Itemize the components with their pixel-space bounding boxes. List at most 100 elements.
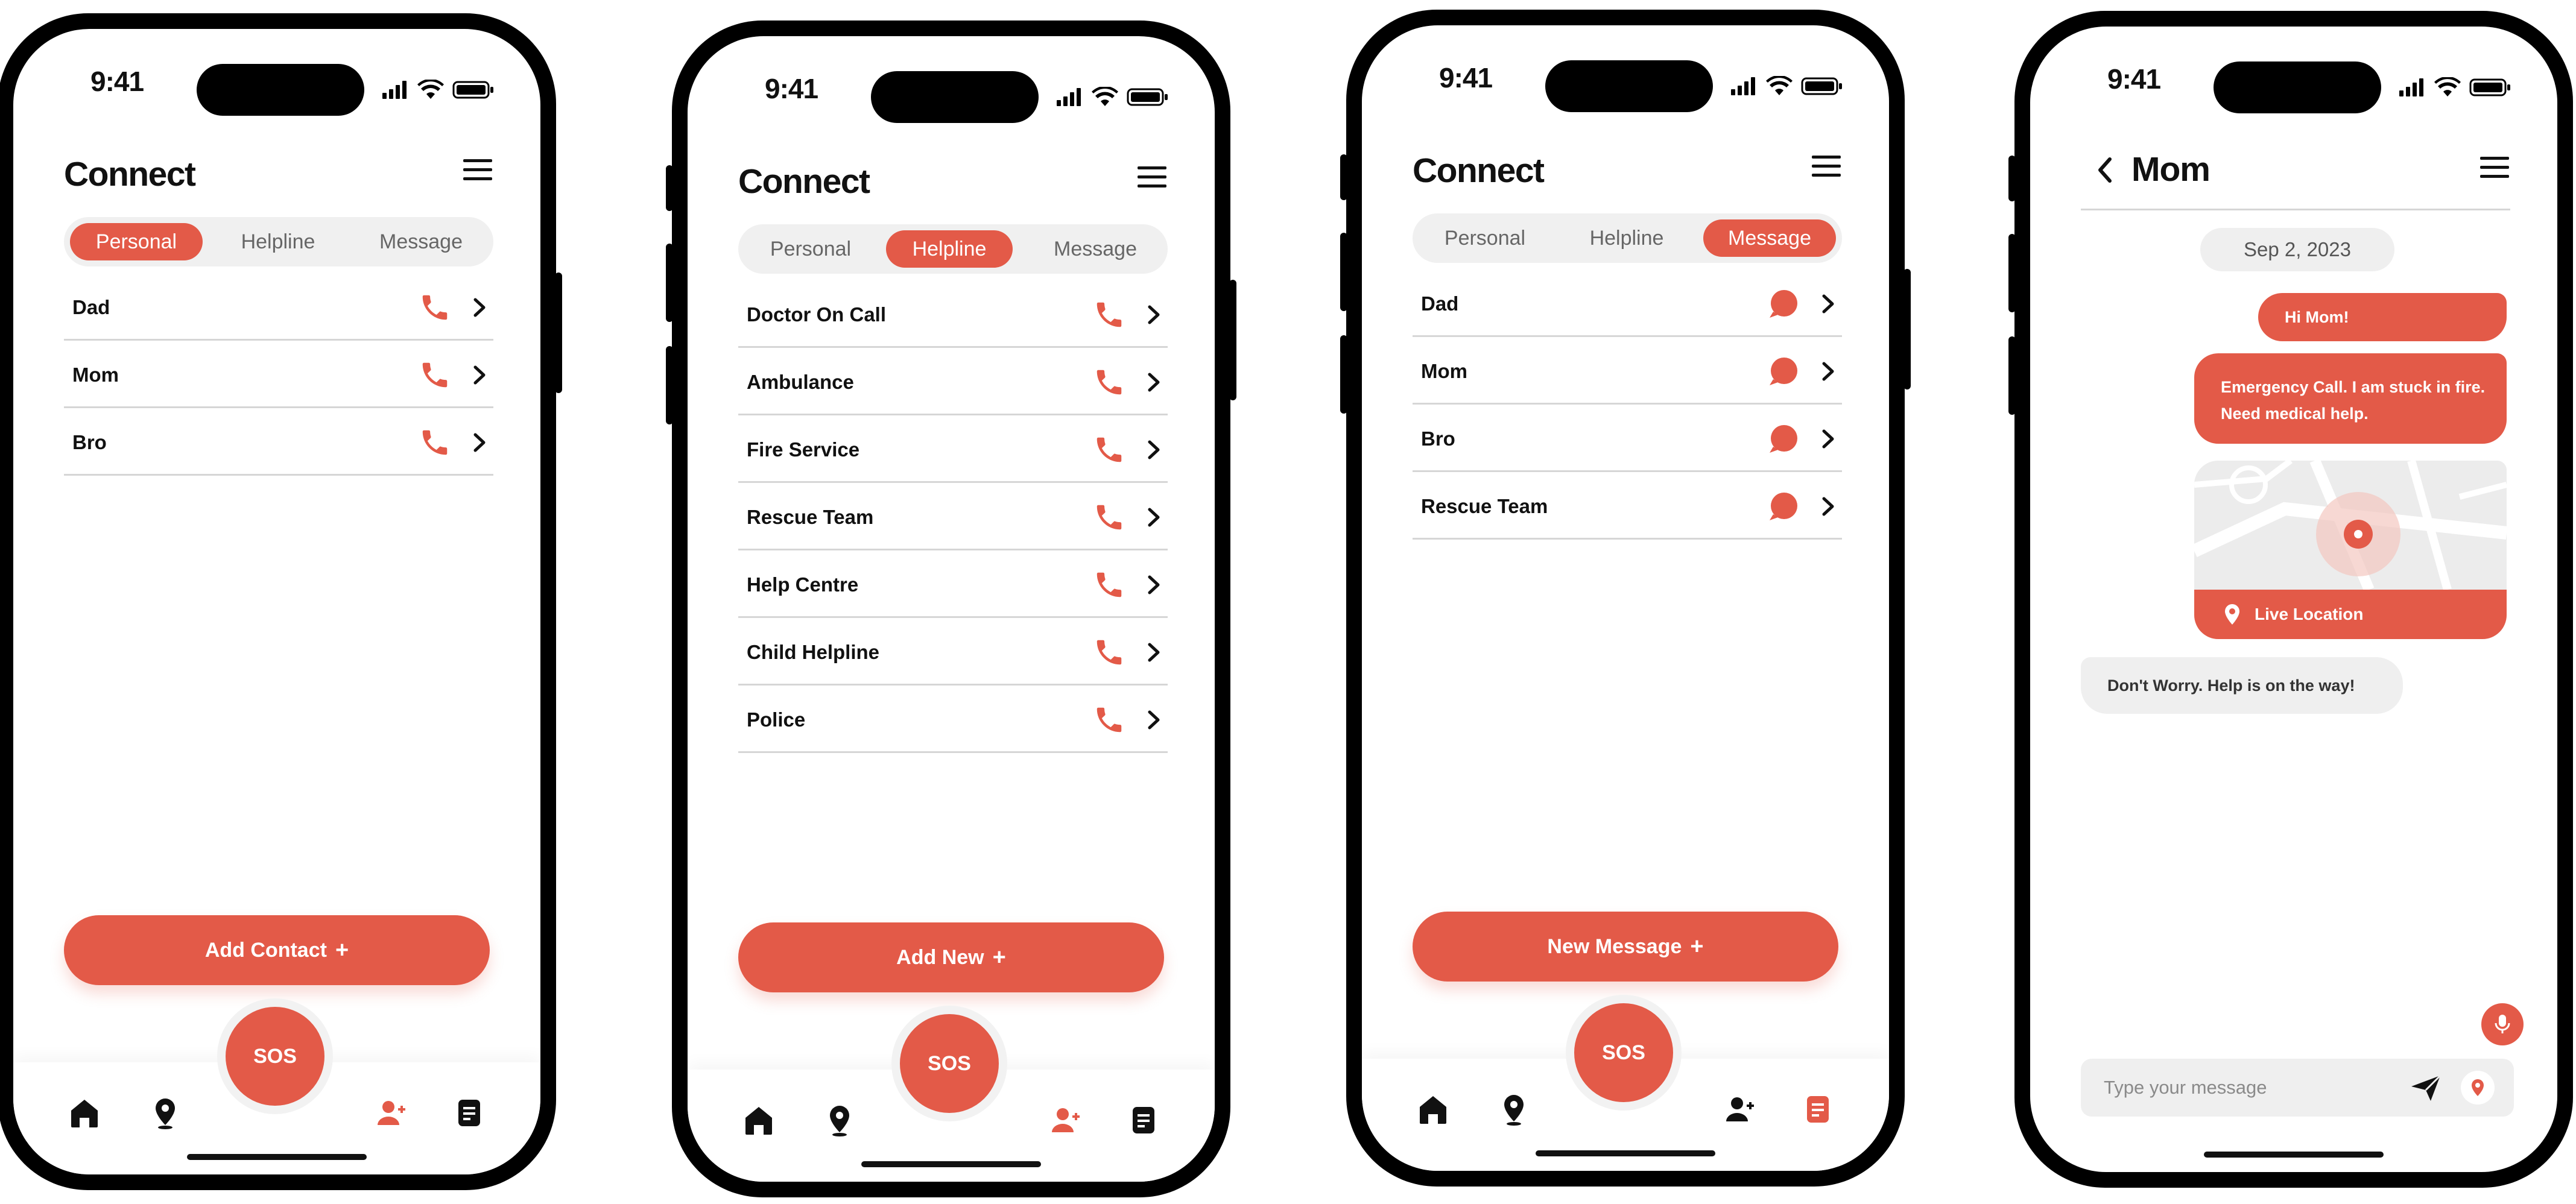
chevron-right-icon[interactable]: [472, 297, 487, 318]
chevron-right-icon[interactable]: [1146, 507, 1162, 528]
sos-button[interactable]: SOS: [217, 998, 333, 1114]
add-contact-button[interactable]: Add Contact +: [64, 915, 490, 985]
side-button: [2008, 156, 2016, 201]
list-item[interactable]: Bro: [64, 408, 493, 476]
side-button: [1340, 335, 1347, 414]
send-icon[interactable]: [2409, 1073, 2443, 1103]
chevron-right-icon[interactable]: [472, 365, 487, 385]
tab-message[interactable]: Message: [355, 223, 487, 260]
phone-icon[interactable]: [1093, 704, 1125, 736]
add-new-button[interactable]: Add New +: [738, 922, 1164, 992]
chevron-right-icon[interactable]: [1820, 294, 1836, 314]
phone-icon[interactable]: [1093, 569, 1125, 601]
chevron-right-icon[interactable]: [1146, 440, 1162, 460]
list-item[interactable]: Dad: [64, 273, 493, 341]
tab-helpline[interactable]: Helpline: [212, 223, 344, 260]
list-item[interactable]: Dad: [1413, 269, 1842, 337]
list-item[interactable]: Rescue Team: [738, 483, 1168, 550]
phone-icon[interactable]: [419, 291, 451, 324]
chevron-right-icon[interactable]: [1146, 710, 1162, 730]
battery-icon: [452, 81, 493, 99]
list-item[interactable]: Mom: [1413, 337, 1842, 405]
list-item-label: Bro: [72, 431, 107, 453]
phone-icon[interactable]: [1093, 366, 1125, 399]
phone-icon[interactable]: [1093, 636, 1125, 669]
microphone-button[interactable]: [2481, 1003, 2524, 1045]
date-separator: Sep 2, 2023: [2200, 228, 2394, 271]
list-item[interactable]: Bro: [1413, 405, 1842, 472]
home-icon[interactable]: [743, 1103, 774, 1137]
tab-message[interactable]: Message: [1029, 230, 1162, 268]
phone-frame-helpline: 9:41 Connect Personal Helpline Message D…: [666, 20, 1236, 1197]
hamburger-menu-icon[interactable]: [1138, 165, 1166, 189]
chevron-right-icon[interactable]: [472, 432, 487, 453]
hamburger-menu-icon[interactable]: [463, 158, 492, 182]
sos-button[interactable]: SOS: [1566, 995, 1682, 1111]
phone-icon[interactable]: [1093, 433, 1125, 466]
location-icon[interactable]: [150, 1096, 181, 1130]
add-new-label: Add New: [896, 945, 984, 969]
live-location-card[interactable]: Live Location: [2194, 461, 2507, 639]
list-item[interactable]: Police: [738, 686, 1168, 753]
microphone-icon: [2495, 1015, 2510, 1033]
side-button: [666, 244, 673, 322]
hamburger-menu-icon[interactable]: [1812, 154, 1841, 178]
home-icon[interactable]: [69, 1096, 100, 1130]
list-item[interactable]: Help Centre: [738, 550, 1168, 618]
battery-icon: [1127, 88, 1168, 106]
home-icon[interactable]: [1417, 1092, 1449, 1126]
chevron-right-icon[interactable]: [1146, 642, 1162, 663]
list-item[interactable]: Rescue Team: [1413, 472, 1842, 540]
list-item[interactable]: Fire Service: [738, 415, 1168, 483]
tab-personal[interactable]: Personal: [1419, 219, 1551, 257]
notes-icon[interactable]: [1802, 1092, 1834, 1126]
tab-personal[interactable]: Personal: [70, 223, 203, 260]
chat-bubble-icon[interactable]: [1767, 490, 1800, 523]
chevron-right-icon[interactable]: [1146, 372, 1162, 392]
tab-helpline[interactable]: Helpline: [886, 230, 1013, 268]
segmented-tabs: Personal Helpline Message: [64, 217, 493, 266]
tab-personal[interactable]: Personal: [744, 230, 877, 268]
list-item[interactable]: Doctor On Call: [738, 280, 1168, 348]
message-bubble-incoming: Don't Worry. Help is on the way!: [2081, 657, 2403, 714]
location-icon[interactable]: [1498, 1092, 1530, 1126]
list-item[interactable]: Child Helpline: [738, 618, 1168, 686]
back-chevron-icon[interactable]: [2095, 156, 2115, 184]
list-item[interactable]: Ambulance: [738, 348, 1168, 415]
phone-icon[interactable]: [1093, 298, 1125, 331]
chat-bubble-icon[interactable]: [1767, 423, 1800, 455]
side-button: [1904, 269, 1911, 389]
location-pin-icon: [2472, 1079, 2484, 1096]
helpline-list: Doctor On Call Ambulance Fire Service Re…: [738, 280, 1168, 753]
new-message-button[interactable]: New Message +: [1413, 912, 1838, 982]
map-preview: [2194, 461, 2507, 590]
chevron-right-icon[interactable]: [1146, 304, 1162, 325]
side-button: [2008, 234, 2016, 312]
phone-icon[interactable]: [1093, 501, 1125, 534]
tab-message[interactable]: Message: [1703, 219, 1836, 257]
screen-helpline: 9:41 Connect Personal Helpline Message D…: [688, 36, 1215, 1182]
sos-button[interactable]: SOS: [891, 1006, 1007, 1121]
share-location-button[interactable]: [2461, 1071, 2495, 1105]
message-input[interactable]: [2104, 1076, 2381, 1100]
chat-bubble-icon[interactable]: [1767, 355, 1800, 388]
signal-icon: [382, 81, 407, 99]
phone-icon[interactable]: [419, 359, 451, 391]
notes-icon[interactable]: [1128, 1103, 1159, 1137]
notes-icon[interactable]: [454, 1096, 485, 1130]
chevron-right-icon[interactable]: [1820, 429, 1836, 449]
add-user-icon[interactable]: [1049, 1103, 1081, 1137]
location-icon[interactable]: [824, 1103, 855, 1137]
chevron-right-icon[interactable]: [1820, 361, 1836, 382]
tab-helpline[interactable]: Helpline: [1560, 219, 1693, 257]
phone-icon[interactable]: [419, 426, 451, 459]
hamburger-menu-icon[interactable]: [2480, 156, 2509, 180]
chevron-right-icon[interactable]: [1820, 496, 1836, 517]
page-title: Connect: [64, 155, 196, 194]
add-user-icon[interactable]: [1724, 1092, 1755, 1126]
chevron-right-icon[interactable]: [1146, 575, 1162, 595]
chat-bubble-icon[interactable]: [1767, 288, 1800, 320]
add-user-icon[interactable]: [375, 1096, 407, 1130]
list-item-label: Dad: [1421, 292, 1459, 315]
list-item[interactable]: Mom: [64, 341, 493, 408]
